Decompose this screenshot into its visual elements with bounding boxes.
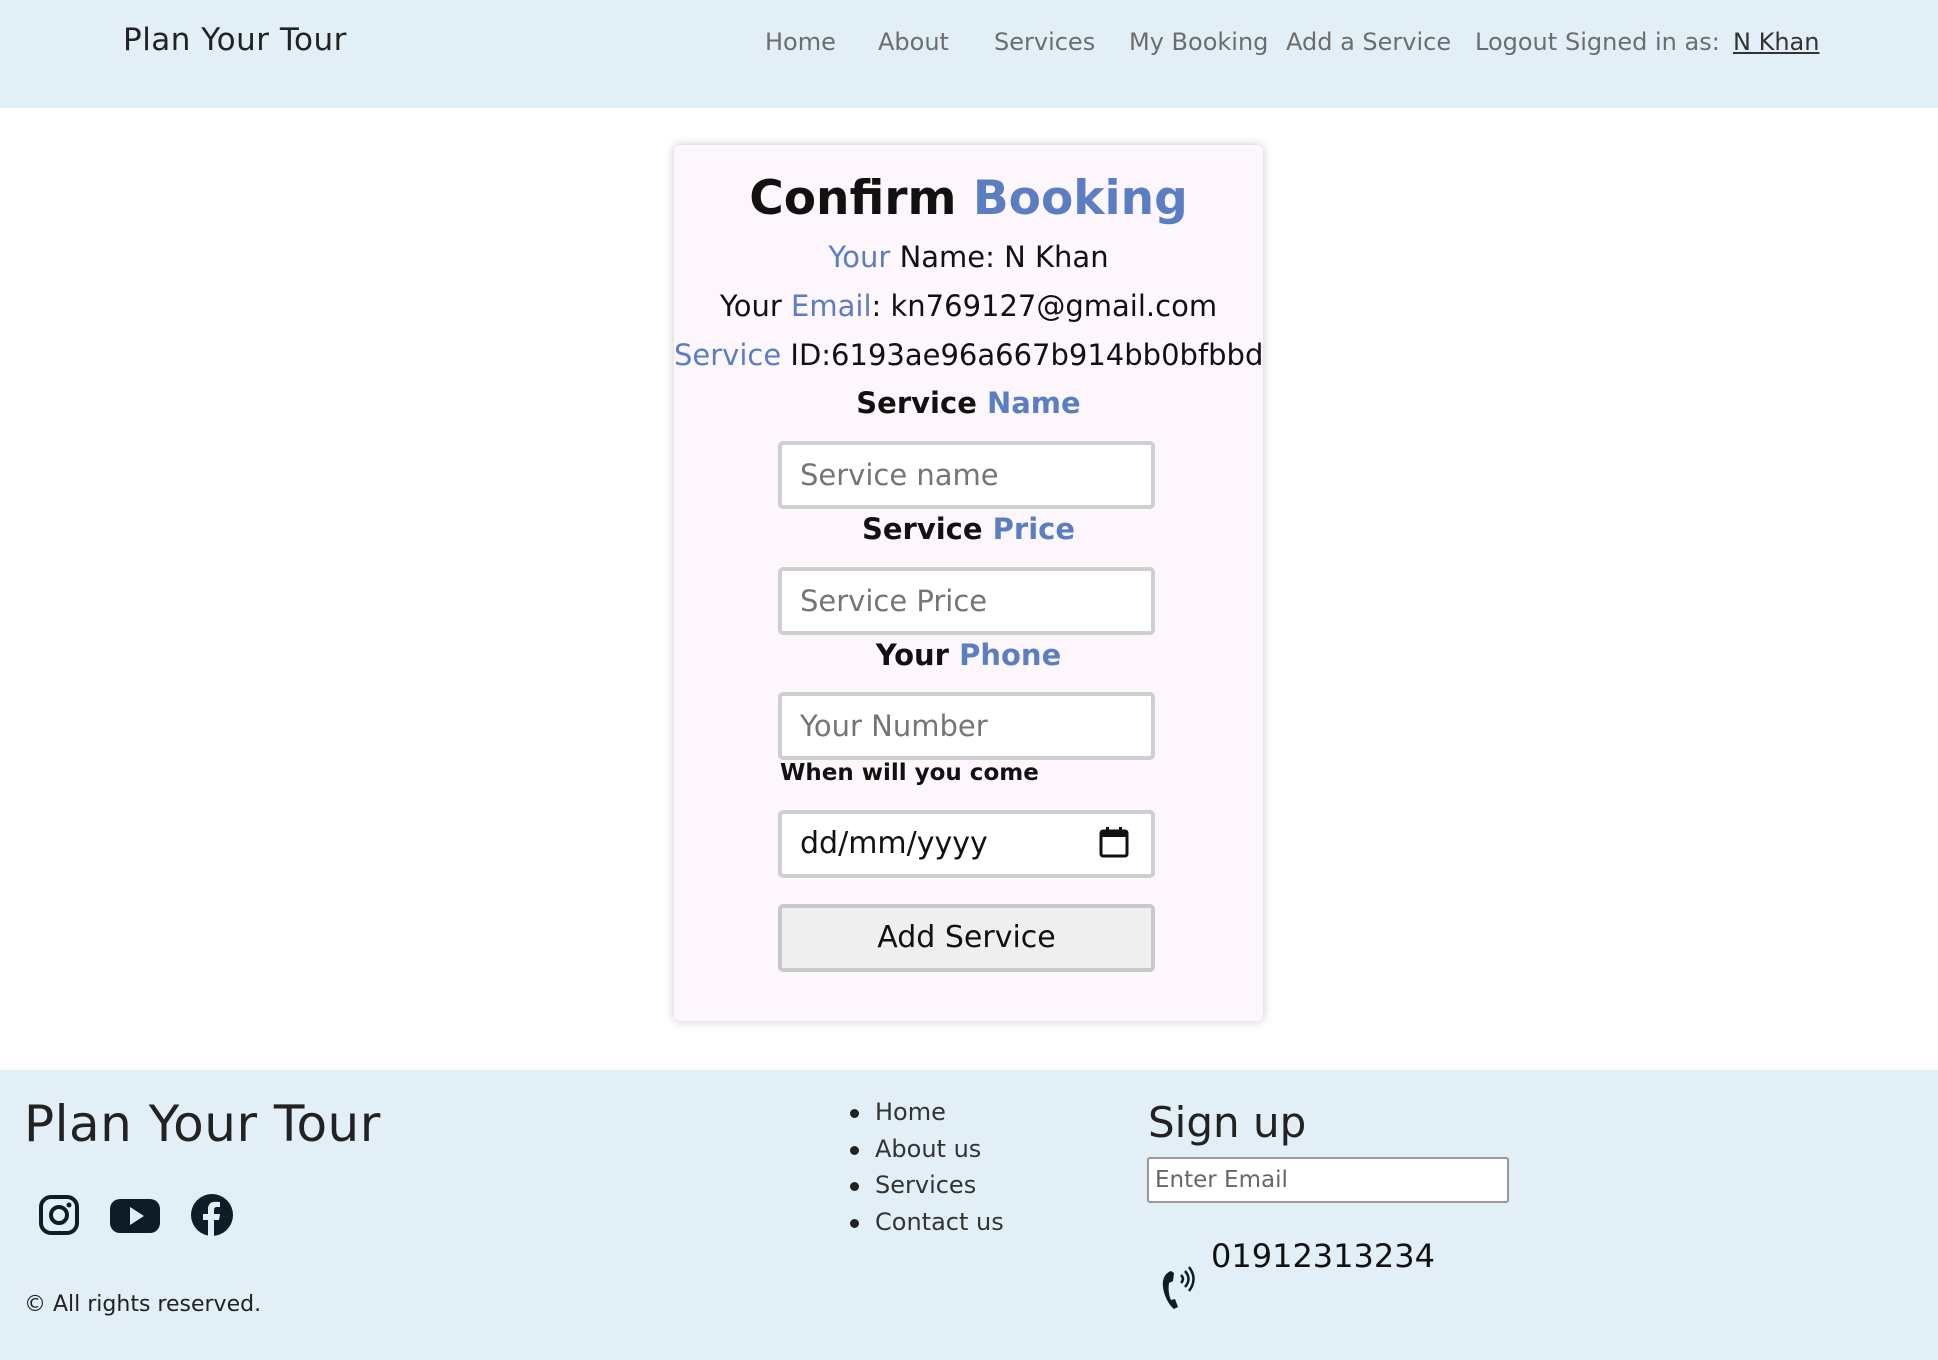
service-price-label-accent: Price — [992, 512, 1076, 546]
bullet — [850, 1145, 859, 1155]
name-accent: Your — [828, 240, 891, 274]
date-placeholder: dd/mm/yyyy — [800, 826, 988, 861]
instagram-icon[interactable] — [37, 1193, 81, 1237]
email-value: : kn769127@gmail.com — [871, 289, 1218, 323]
title-plain: Confirm — [749, 171, 957, 226]
footer: Plan Your Tour © All rights reserved. Ho… — [0, 1070, 1938, 1360]
service-price-label: Service Price — [674, 512, 1263, 546]
date-label: When will you come — [780, 760, 1039, 786]
page-title: Confirm Booking — [674, 171, 1263, 226]
phone-label-accent: Phone — [959, 638, 1062, 672]
copyright: © All rights reserved. — [24, 1292, 262, 1317]
phone-input[interactable] — [778, 692, 1155, 760]
nav-add-service[interactable]: Add a Service — [1286, 28, 1451, 56]
footer-link-label: Services — [875, 1171, 977, 1199]
nav-logout[interactable]: Logout — [1475, 28, 1557, 56]
name-label: Name: — [899, 240, 995, 274]
user-name-link[interactable]: N Khan — [1733, 28, 1819, 56]
footer-brand: Plan Your Tour — [24, 1095, 381, 1153]
footer-phone-number: 01912313234 — [1211, 1237, 1435, 1275]
phone-label: Your Phone — [674, 638, 1263, 672]
footer-link-label: Contact us — [875, 1207, 1004, 1236]
nav-services[interactable]: Services — [994, 28, 1095, 56]
email-label-plain: Your — [719, 289, 782, 323]
add-service-button[interactable]: Add Service — [778, 904, 1155, 972]
nav-my-booking[interactable]: My Booking — [1129, 28, 1268, 56]
name-value: N Khan — [1004, 240, 1109, 274]
date-input[interactable]: dd/mm/yyyy — [778, 810, 1155, 878]
nav-home[interactable]: Home — [765, 28, 836, 56]
bullet — [850, 1218, 859, 1228]
phone-icon — [1162, 1266, 1195, 1309]
confirm-booking-card: Confirm Booking Your Name: N Khan Your E… — [674, 145, 1263, 1021]
footer-email-input[interactable]: Enter Email — [1147, 1157, 1509, 1203]
facebook-icon[interactable] — [190, 1193, 234, 1237]
email-label-accent: Email — [791, 289, 872, 323]
signup-title: Sign up — [1148, 1098, 1307, 1147]
nav-about[interactable]: About — [878, 28, 949, 56]
name-line: Your Name: N Khan — [674, 240, 1263, 274]
footer-link-label: Home — [875, 1098, 946, 1126]
navbar: Plan Your Tour Home About Services My Bo… — [0, 0, 1938, 108]
youtube-icon[interactable] — [109, 1193, 161, 1237]
footer-link-label: About us — [875, 1134, 982, 1163]
service-id-accent: Service — [674, 338, 782, 372]
bullet — [850, 1109, 859, 1118]
service-name-label: Service Name — [674, 386, 1263, 420]
service-name-input[interactable] — [778, 441, 1155, 509]
service-name-label-plain: Service — [856, 386, 977, 420]
service-id-line: Service ID:6193ae96a667b914bb0bfbbd — [674, 338, 1263, 372]
service-price-label-plain: Service — [861, 512, 983, 546]
nav-links: Home About Services My Booking Add a Ser… — [0, 28, 1938, 68]
signed-in-label: Signed in as: — [1565, 28, 1720, 56]
phone-label-plain: Your — [875, 638, 949, 672]
service-name-label-accent: Name — [986, 386, 1081, 420]
title-accent: Booking — [972, 171, 1188, 226]
email-line: Your Email: kn769127@gmail.com — [674, 289, 1263, 323]
service-price-input[interactable] — [778, 567, 1155, 635]
service-id-value: ID:6193ae96a667b914bb0bfbbd — [790, 338, 1264, 372]
bullet — [850, 1182, 859, 1191]
calendar-icon[interactable] — [1099, 826, 1129, 858]
